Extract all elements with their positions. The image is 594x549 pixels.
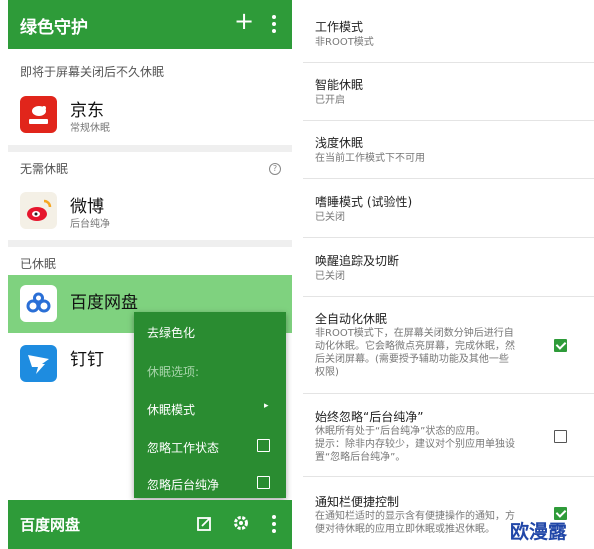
- section-not-needed-label: 无需休眠: [20, 162, 69, 176]
- menu-item-ignore-background-clean[interactable]: 忽略后台纯净: [147, 476, 219, 493]
- setting-summary: 在通知栏适时的显示含有便捷操作的通知，方 便对待休眠的应用立即休眠或推迟休眠。: [315, 511, 515, 535]
- ignore-background-clean-checkbox[interactable]: [554, 430, 567, 443]
- app-status: 常规休眠: [70, 123, 110, 134]
- setting-smart-hibernation[interactable]: 智能休眠 已开启: [303, 63, 594, 121]
- setting-title: 始终忽略“后台纯净”: [315, 410, 424, 424]
- ignore-background-clean-checkbox[interactable]: [257, 476, 270, 489]
- setting-title: 嗜睡模式 (试验性): [315, 195, 413, 209]
- app-name: 京东: [70, 101, 104, 121]
- app-row-weibo[interactable]: 微博 后台纯净: [8, 180, 292, 242]
- settings-gear-icon[interactable]: [233, 515, 249, 531]
- settings-screen: 工作模式 非ROOT模式 智能休眠 已开启 浅度休眠 在当前工作模式下不可用 嗜…: [303, 0, 594, 549]
- overflow-menu-icon[interactable]: [272, 15, 276, 36]
- setting-doze-mode[interactable]: 嗜睡模式 (试验性) 已关闭: [303, 179, 594, 238]
- baidu-netdisk-app-icon: [20, 285, 57, 322]
- setting-summary: 在当前工作模式下不可用: [315, 153, 425, 164]
- setting-work-mode[interactable]: 工作模式 非ROOT模式: [303, 0, 594, 63]
- section-pending-label: 即将于屏幕关闭后不久休眠: [20, 65, 165, 79]
- ignore-work-status-checkbox[interactable]: [257, 439, 270, 452]
- selected-app-title: 百度网盘: [20, 516, 81, 534]
- app-row-jd[interactable]: 京东 常规休眠: [8, 84, 292, 146]
- help-icon[interactable]: ?: [269, 163, 281, 175]
- setting-summary: 已开启: [315, 95, 345, 106]
- open-external-icon[interactable]: [197, 516, 211, 531]
- app-name: 钉钉: [70, 350, 104, 370]
- jd-app-icon: [20, 96, 57, 133]
- section-hibernated-label: 已休眠: [20, 257, 57, 271]
- setting-summary: 休眠所有处于“后台纯净”状态的应用。 提示：除非内存较少，建议对个别应用单独设 …: [315, 426, 515, 463]
- setting-summary: 非ROOT模式: [315, 37, 374, 48]
- menu-item-ungreenify[interactable]: 去绿色化: [147, 324, 195, 341]
- context-menu: 去绿色化 休眠选项: 休眠模式 ▸ 忽略工作状态 忽略后台纯净: [134, 312, 286, 498]
- add-icon[interactable]: +: [234, 9, 254, 33]
- setting-shallow-hibernation[interactable]: 浅度休眠 在当前工作模式下不可用: [303, 121, 594, 179]
- setting-ignore-background-clean[interactable]: 始终忽略“后台纯净” 休眠所有处于“后台纯净”状态的应用。 提示：除非内存较少，…: [303, 394, 594, 477]
- app-name: 百度网盘: [70, 293, 138, 313]
- app-bar: 绿色守护 +: [8, 0, 292, 49]
- bottom-overflow-menu-icon[interactable]: [272, 515, 276, 536]
- setting-summary: 已关闭: [315, 212, 345, 223]
- setting-auto-hibernation[interactable]: 全自动化休眠 非ROOT模式下，在屏幕关闭数分钟后进行自 动化休眠。它会略微点亮…: [303, 297, 594, 394]
- setting-summary: 非ROOT模式下，在屏幕关闭数分钟后进行自 动化休眠。它会略微点亮屏幕，完成休眠…: [315, 328, 515, 378]
- app-name: 微博: [70, 197, 104, 217]
- weibo-app-icon: [20, 192, 57, 229]
- section-divider: [8, 240, 292, 247]
- section-divider: [8, 145, 292, 152]
- left-screen: 绿色守护 + 即将于屏幕关闭后不久休眠 京东 常规休眠 无需休眠 ? 微博 后台…: [8, 0, 292, 549]
- setting-title: 通知栏便捷控制: [315, 495, 400, 509]
- dingtalk-app-icon: [20, 345, 57, 382]
- auto-hibernation-checkbox[interactable]: [554, 339, 567, 352]
- app-status: 后台纯净: [70, 219, 110, 230]
- menu-hibernation-options-header: 休眠选项:: [147, 365, 200, 379]
- setting-title: 智能休眠: [315, 78, 364, 92]
- watermark-text: 欧漫露: [510, 521, 568, 543]
- bottom-action-bar: 百度网盘: [8, 500, 292, 549]
- menu-item-ignore-work-status[interactable]: 忽略工作状态: [147, 439, 219, 456]
- setting-wakeup-tracking[interactable]: 唤醒追踪及切断 已关闭: [303, 238, 594, 297]
- submenu-arrow-icon: ▸: [264, 401, 269, 411]
- setting-title: 全自动化休眠: [315, 312, 388, 326]
- setting-title: 工作模式: [315, 20, 364, 34]
- setting-title: 唤醒追踪及切断: [315, 254, 400, 268]
- setting-summary: 已关闭: [315, 271, 345, 282]
- setting-title: 浅度休眠: [315, 136, 364, 150]
- menu-item-hibernation-mode[interactable]: 休眠模式: [147, 401, 195, 418]
- app-title: 绿色守护: [20, 18, 88, 38]
